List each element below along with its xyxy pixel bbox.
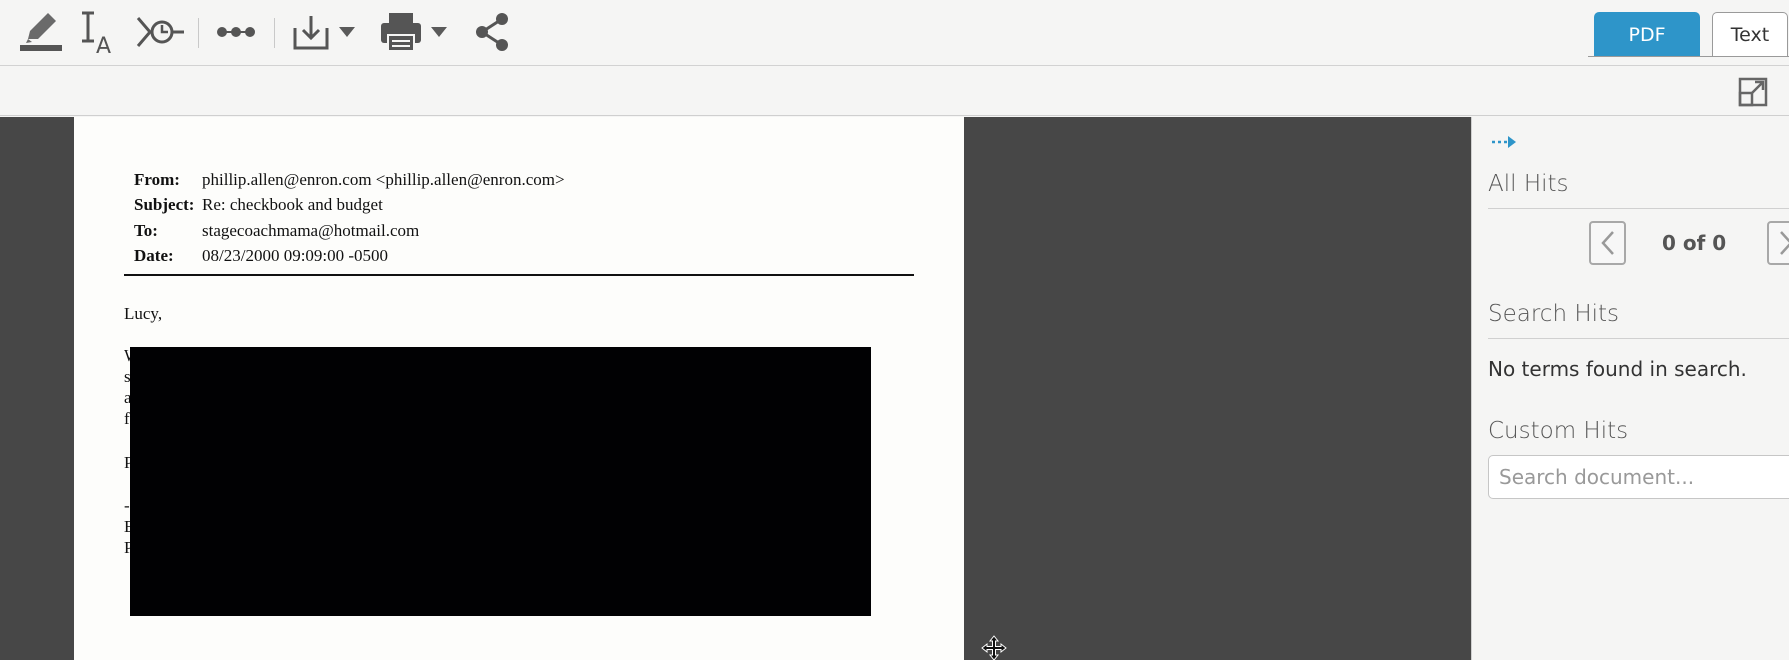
- redaction-box[interactable]: [130, 347, 871, 616]
- redline-icon[interactable]: [134, 10, 186, 54]
- email-header: From: phillip.allen@enron.com <phillip.a…: [134, 167, 565, 269]
- tab-pdf[interactable]: PDF: [1594, 12, 1700, 57]
- document-viewer: From: phillip.allen@enron.com <phillip.a…: [0, 117, 1471, 660]
- previous-hit-button[interactable]: [1589, 221, 1626, 265]
- date-value: 08/23/2000 09:09:00 -0500: [202, 246, 389, 266]
- all-hits-title: All Hits: [1488, 171, 1569, 197]
- subject-value: Re: checkbook and budget: [202, 195, 383, 215]
- section-divider: [1488, 208, 1789, 209]
- expand-icon[interactable]: [1736, 75, 1770, 109]
- chevron-down-icon: [339, 27, 355, 37]
- print-button[interactable]: [378, 8, 448, 56]
- tab-text[interactable]: Text: [1712, 12, 1788, 57]
- main-toolbar: A PDF Text: [0, 0, 1789, 66]
- download-button[interactable]: [288, 10, 358, 54]
- secondary-toolbar: [0, 67, 1789, 116]
- chevron-left-icon: [1600, 231, 1614, 255]
- collapse-arrow-icon[interactable]: [1490, 133, 1520, 155]
- hit-count: 0 of 0: [1662, 231, 1727, 255]
- to-label: To:: [134, 220, 158, 240]
- highlighter-icon[interactable]: [16, 8, 66, 56]
- custom-hits-title: Custom Hits: [1488, 418, 1629, 444]
- from-value: phillip.allen@enron.com <phillip.allen@e…: [202, 169, 565, 189]
- more-icon[interactable]: [212, 14, 260, 50]
- text-fragment: f: [124, 409, 130, 428]
- from-label: From:: [134, 169, 180, 189]
- search-document-input[interactable]: [1488, 455, 1789, 499]
- search-hits-title: Search Hits: [1488, 301, 1620, 327]
- section-divider: [1488, 338, 1789, 339]
- to-value: stagecoachmama@hotmail.com: [202, 220, 420, 240]
- print-icon: [381, 13, 421, 52]
- hits-panel: All Hits 0 of 0 Search Hits No terms fou…: [1471, 117, 1789, 660]
- next-hit-button[interactable]: [1767, 221, 1789, 265]
- download-icon: [293, 16, 329, 50]
- header-divider: [124, 274, 914, 276]
- no-terms-message: No terms found in search.: [1488, 357, 1747, 381]
- svg-text:A: A: [96, 34, 111, 55]
- text-fragment: -: [124, 496, 130, 515]
- chevron-right-icon: [1779, 231, 1789, 255]
- move-cursor-icon: [981, 635, 1007, 660]
- date-label: Date:: [134, 246, 174, 266]
- subject-label: Subject:: [134, 195, 195, 215]
- text-select-icon[interactable]: A: [76, 8, 120, 56]
- share-icon[interactable]: [468, 10, 516, 54]
- tab-underline: [1588, 56, 1789, 57]
- document-page: From: phillip.allen@enron.com <phillip.a…: [74, 117, 1007, 660]
- chevron-down-icon: [431, 27, 447, 37]
- email-greeting: Lucy,: [124, 304, 163, 323]
